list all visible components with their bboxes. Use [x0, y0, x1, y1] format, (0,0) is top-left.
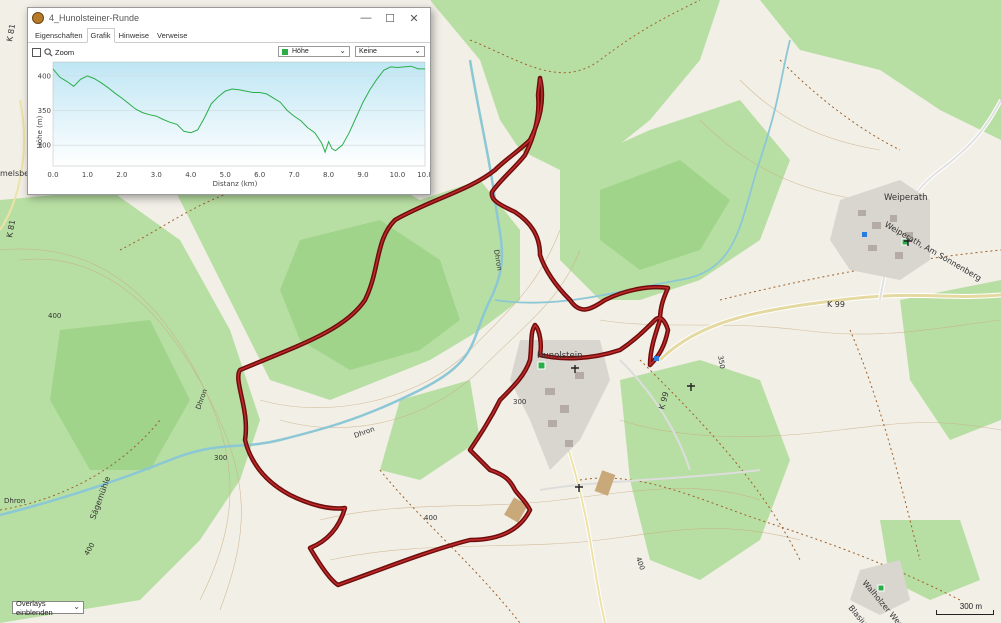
contour-label: 300 — [513, 398, 526, 406]
village-label: Weiperath — [884, 193, 928, 203]
chevron-down-icon: ⌄ — [414, 46, 421, 55]
x-tick-label: 8.0 — [323, 171, 334, 179]
magnifier-icon — [44, 47, 53, 57]
contour-label: 400 — [48, 312, 61, 320]
app-logo-icon — [32, 12, 44, 24]
elevation-profile-window[interactable]: 4_Hunolsteiner-Runde — ☐ ✕ Eigenschaften… — [27, 7, 431, 195]
x-tick-label: 6.0 — [254, 171, 265, 179]
series-color-swatch — [282, 48, 288, 55]
plot-area — [52, 61, 426, 167]
zoom-checkbox[interactable] — [32, 47, 41, 57]
x-tick-label: 0.0 — [47, 171, 58, 179]
scale-bar: 300 m — [936, 602, 994, 616]
series-select[interactable]: Höhe ⌄ — [278, 46, 350, 57]
blue-poi-icon — [862, 232, 867, 237]
close-button[interactable]: ✕ — [402, 12, 426, 25]
x-tick-label: 10.0 — [390, 171, 406, 179]
y-tick-label: 400 — [38, 72, 51, 80]
window-title: 4_Hunolsteiner-Runde — [49, 13, 140, 23]
second-series-select[interactable]: Keine ⌄ — [355, 46, 425, 57]
second-series-select-value: Keine — [359, 48, 377, 55]
window-titlebar[interactable]: 4_Hunolsteiner-Runde — ☐ ✕ — [28, 8, 430, 28]
chevron-down-icon: ⌄ — [339, 46, 346, 55]
x-tick-labels: 0.0 1.0 2.0 3.0 4.0 5.0 6.0 7.0 8.0 9.0 10.0 10.8 — [47, 171, 430, 179]
river-label: Dhron — [4, 497, 25, 505]
y-axis-label: Höhe (m) — [36, 115, 44, 148]
road-label: K 99 — [827, 300, 845, 309]
tab-properties[interactable]: Eigenschaften — [31, 28, 87, 42]
x-tick-label: 9.0 — [357, 171, 368, 179]
x-tick-label: 7.0 — [289, 171, 300, 179]
overlays-dropdown[interactable]: Overlays einblenden ⌄ — [12, 599, 84, 617]
street-marker-icon — [877, 584, 885, 592]
x-tick-label: 10.8 — [417, 171, 430, 179]
tab-references[interactable]: Verweise — [153, 28, 191, 42]
chevron-down-icon: ⌄ — [73, 602, 80, 611]
scale-line — [936, 610, 994, 615]
series-select-value: Höhe — [292, 48, 309, 55]
minimize-button[interactable]: — — [354, 12, 378, 24]
zoom-label: Zoom — [55, 47, 75, 57]
tab-bar: Eigenschaften Grafik Hinweise Verweise — [28, 28, 430, 43]
x-tick-label: 4.0 — [185, 171, 196, 179]
elevation-chart[interactable]: 400350300 0.0 1.0 2.0 3.0 4.0 5.0 6.0 7.0 8.0 9.0… — [28, 60, 430, 192]
x-tick-label: 1.0 — [82, 171, 93, 179]
contour-label: 400 — [424, 514, 437, 522]
blue-poi-icon-2 — [654, 356, 659, 361]
contour-label: 300 — [214, 454, 227, 462]
tab-graphic[interactable]: Grafik — [86, 28, 115, 43]
x-tick-label: 3.0 — [151, 171, 162, 179]
x-tick-label: 2.0 — [116, 171, 127, 179]
y-tick-label: 350 — [38, 107, 51, 115]
village-label: Hunolstein — [537, 351, 582, 361]
x-tick-label: 5.0 — [220, 171, 231, 179]
maximize-button[interactable]: ☐ — [378, 12, 402, 25]
start-marker-icon[interactable] — [537, 361, 546, 370]
graph-toolbar: Zoom Höhe ⌄ Keine ⌄ — [28, 43, 430, 61]
x-axis-label: Distanz (km) — [213, 180, 258, 188]
tab-notes[interactable]: Hinweise — [115, 28, 153, 42]
